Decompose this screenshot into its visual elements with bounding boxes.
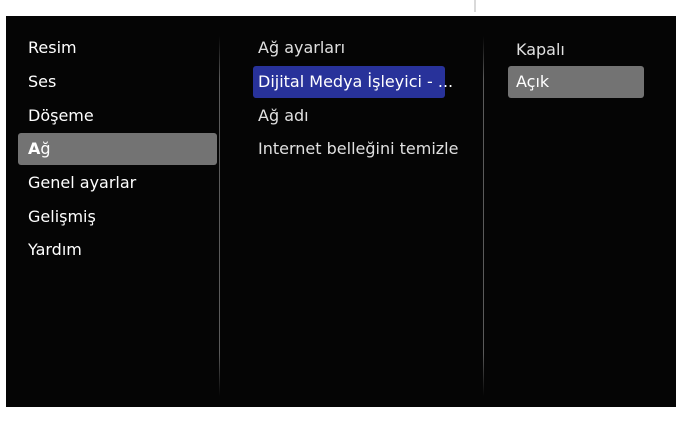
menu-item-advanced[interactable]: Gelişmiş [18,201,217,233]
submenu-item-digital-media-renderer[interactable]: Dijital Medya İşleyici - ... [253,66,453,98]
menu-item-network[interactable]: Ağ [18,133,217,165]
network-submenu: Ağ ayarları Dijital Medya İşleyici - ...… [253,16,458,407]
column-divider [483,36,484,396]
menu-item-picture[interactable]: Resim [18,32,217,64]
column-divider [219,36,220,396]
menu-item-label: Döşeme [28,106,94,125]
tv-settings-menu: Resim Ses Döşeme Ağ Genel ayarlar Gelişm… [6,16,676,407]
submenu-item-label: Dijital Medya İşleyici - ... [258,72,454,91]
submenu-item-label: Internet belleğini temizle [258,139,459,158]
menu-item-sound[interactable]: Ses [18,66,217,98]
option-label: Açık [516,72,550,91]
menu-item-label: Genel ayarlar [28,173,137,192]
main-menu: Resim Ses Döşeme Ağ Genel ayarlar Gelişm… [18,16,218,407]
menu-item-label: Ses [28,72,57,91]
submenu-item-network-settings[interactable]: Ağ ayarları [253,32,345,64]
option-on[interactable]: Açık [508,66,644,98]
menu-item-label: Yardım [28,240,82,259]
menu-item-label: Resim [28,38,77,57]
menu-item-label-bold: A [28,139,41,158]
option-list: Kapalı Açık [508,16,648,407]
submenu-item-network-name[interactable]: Ağ adı [253,100,309,132]
submenu-item-clear-internet-memory[interactable]: Internet belleğini temizle [253,133,458,165]
menu-item-tiling[interactable]: Döşeme [18,100,217,132]
menu-item-label: Gelişmiş [28,207,96,226]
submenu-item-label: Ağ adı [258,106,309,125]
menu-item-general-settings[interactable]: Genel ayarlar [18,167,217,199]
option-off[interactable]: Kapalı [508,34,644,66]
submenu-item-label: Ağ ayarları [258,38,346,57]
option-label: Kapalı [516,40,565,59]
top-tick-mark [474,0,476,12]
menu-item-help[interactable]: Yardım [18,234,217,266]
menu-item-label-rest: ğ [40,139,51,158]
